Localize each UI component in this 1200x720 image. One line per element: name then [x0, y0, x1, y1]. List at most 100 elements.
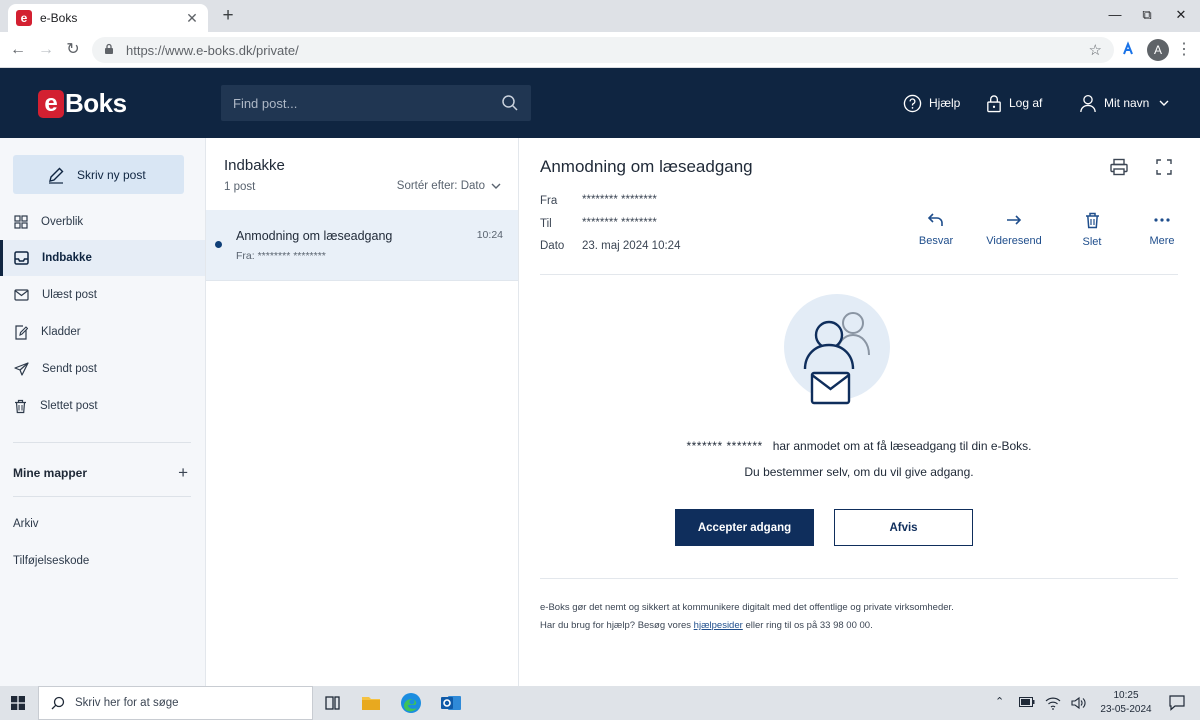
- taskbar-search[interactable]: Skriv her for at søge: [38, 686, 313, 720]
- footer-help: Har du brug for hjælp? Besøg vores hjælp…: [540, 620, 873, 631]
- reply-button[interactable]: Besvar: [901, 212, 971, 247]
- sidebar: Skriv ny post Overblik Indbakke Ulæst po…: [0, 138, 206, 686]
- edge-browser-icon[interactable]: [399, 691, 423, 715]
- more-label: Mere: [1149, 235, 1175, 247]
- file-explorer-icon[interactable]: [359, 691, 383, 715]
- sidebar-item-slettet-post[interactable]: Slettet post: [0, 388, 205, 424]
- reading-pane: Anmodning om læseadgang Fra ******** ***…: [519, 138, 1200, 686]
- folder-arkiv[interactable]: Arkiv: [13, 518, 39, 530]
- folder-tilfoejelseskode[interactable]: Tilføjelseskode: [13, 555, 89, 567]
- reload-icon[interactable]: ↻: [62, 39, 84, 61]
- windows-taskbar: Skriv her for at søge ⌃ 10:25 23-05-2024: [0, 686, 1200, 720]
- message-time: 10:24: [476, 229, 503, 241]
- delete-button[interactable]: Slet: [1057, 212, 1127, 248]
- sort-dropdown[interactable]: Sortér efter: Dato: [397, 180, 501, 192]
- list-count: 1 post: [224, 181, 256, 193]
- taskbar-search-placeholder: Skriv her for at søge: [75, 697, 179, 709]
- user-label: Mit navn: [1104, 96, 1150, 110]
- logout-link[interactable]: Log af: [986, 91, 1042, 115]
- folders-title: Mine mapper: [13, 466, 88, 480]
- user-icon: [1080, 94, 1096, 112]
- help-pages-link[interactable]: hjælpesider: [694, 620, 743, 631]
- tray-chevron-up-icon[interactable]: ⌃: [995, 695, 1004, 708]
- sidebar-item-label: Overblik: [41, 216, 84, 228]
- inbox-icon: [14, 251, 29, 265]
- url-text: https://www.e-boks.dk/private/: [126, 42, 299, 58]
- sort-label: Sortér efter: Dato: [396, 180, 485, 192]
- user-menu[interactable]: Mit navn: [1079, 91, 1169, 115]
- reader-divider: [540, 578, 1178, 579]
- address-bar[interactable]: https://www.e-boks.dk/private/ ☆: [92, 37, 1114, 63]
- print-icon[interactable]: [1109, 157, 1129, 177]
- browser-menu-icon[interactable]: ⋮: [1176, 39, 1192, 61]
- envelope-icon: [14, 289, 29, 301]
- help-link[interactable]: Hjælp: [903, 91, 960, 115]
- notification-icon[interactable]: [1168, 694, 1186, 712]
- list-item[interactable]: Anmodning om læseadgang 10:24 Fra: *****…: [206, 210, 518, 281]
- sidebar-item-overblik[interactable]: Overblik: [0, 204, 205, 240]
- pencil-icon: [49, 167, 64, 184]
- forward-label: Videresend: [986, 235, 1042, 247]
- eboks-logo[interactable]: e Boks: [38, 88, 127, 119]
- grid-icon: [14, 215, 28, 229]
- forward-button[interactable]: Videresend: [979, 212, 1049, 247]
- more-button[interactable]: Mere: [1127, 212, 1197, 247]
- forward-arrow-icon[interactable]: →: [35, 39, 57, 61]
- tab-close-icon[interactable]: ✕: [184, 10, 200, 27]
- message-sender: Fra: ******** ********: [236, 250, 326, 262]
- battery-icon[interactable]: [1019, 697, 1035, 707]
- footer-help-post: eller ring til os på 33 98 00 00.: [745, 620, 873, 631]
- trash-icon: [1085, 212, 1099, 229]
- search-box: [221, 85, 531, 121]
- outlook-icon[interactable]: [439, 691, 463, 715]
- taskbar-clock[interactable]: 10:25 23-05-2024: [1094, 689, 1158, 717]
- browser-tab[interactable]: e e-Boks ✕: [8, 4, 208, 32]
- compose-button[interactable]: Skriv ny post: [13, 155, 184, 194]
- meta-to-label: Til: [540, 218, 552, 230]
- reader-divider: [540, 274, 1178, 275]
- eboks-favicon-icon: e: [16, 10, 32, 26]
- sidebar-item-ulaest-post[interactable]: Ulæst post: [0, 277, 205, 313]
- compose-label: Skriv ny post: [77, 167, 146, 182]
- meta-date-label: Dato: [540, 240, 565, 252]
- message-title: Anmodning om læseadgang: [540, 157, 753, 176]
- sidebar-item-label: Ulæst post: [42, 289, 97, 301]
- search-icon[interactable]: [501, 94, 519, 112]
- fullscreen-icon[interactable]: [1154, 157, 1174, 177]
- sidebar-item-label: Kladder: [41, 326, 81, 338]
- delete-label: Slet: [1082, 236, 1102, 248]
- extension-icon[interactable]: [1119, 41, 1137, 59]
- reject-button[interactable]: Afvis: [834, 509, 973, 546]
- task-view-icon[interactable]: [320, 691, 344, 715]
- send-icon: [14, 362, 29, 376]
- sidebar-divider: [13, 496, 191, 497]
- help-label: Hjælp: [929, 96, 961, 110]
- app-header: e Boks Hjælp Log af Mit navn: [0, 68, 1200, 138]
- message-list: Indbakke 1 post Sortér efter: Dato Anmod…: [206, 138, 519, 686]
- sidebar-item-kladder[interactable]: Kladder: [0, 314, 205, 350]
- profile-avatar[interactable]: A: [1147, 39, 1169, 61]
- more-icon: [1154, 218, 1170, 222]
- chevron-down-icon: [491, 183, 501, 189]
- footer-info: e-Boks gør det nemt og sikkert at kommun…: [540, 602, 954, 613]
- chevron-down-icon: [1159, 100, 1169, 106]
- windows-start-icon[interactable]: [11, 696, 25, 710]
- add-folder-icon[interactable]: +: [178, 463, 188, 483]
- clock-date: 23-05-2024: [1100, 704, 1152, 715]
- search-input[interactable]: [233, 95, 501, 111]
- minimize-icon[interactable]: —: [1097, 4, 1133, 26]
- logo-text: Boks: [65, 88, 127, 118]
- sidebar-item-sendt-post[interactable]: Sendt post: [0, 351, 205, 387]
- restore-icon[interactable]: ⧉: [1129, 4, 1165, 26]
- volume-icon[interactable]: [1070, 696, 1086, 710]
- sidebar-item-indbakke[interactable]: Indbakke: [0, 240, 205, 276]
- footer-help-pre: Har du brug for hjælp? Besøg vores: [540, 620, 692, 631]
- trash-icon: [15, 399, 26, 413]
- draft-icon: [15, 324, 28, 340]
- back-arrow-icon[interactable]: ←: [7, 39, 29, 61]
- accept-access-button[interactable]: Accepter adgang: [675, 509, 814, 546]
- window-close-icon[interactable]: ✕: [1163, 4, 1199, 26]
- bookmark-star-icon[interactable]: ☆: [1089, 41, 1102, 59]
- wifi-icon[interactable]: [1045, 696, 1061, 710]
- new-tab-button[interactable]: +: [216, 6, 240, 28]
